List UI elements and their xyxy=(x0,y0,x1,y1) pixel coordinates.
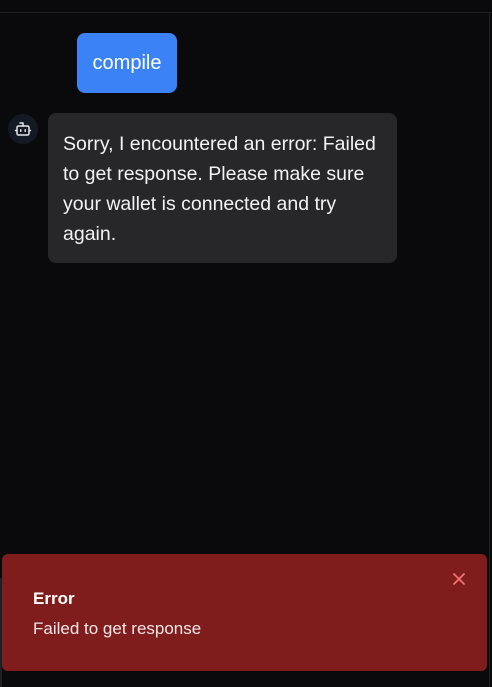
bot-message-bubble: Sorry, I encountered an error: Failed to… xyxy=(48,113,397,263)
toast-message: Failed to get response xyxy=(33,619,202,638)
toast-title: Error xyxy=(33,589,75,608)
user-message-bubble: compile xyxy=(77,33,177,93)
bot-message-text: Sorry, I encountered an error: Failed to… xyxy=(63,133,376,245)
top-divider xyxy=(0,12,492,13)
bot-avatar xyxy=(8,114,38,144)
user-message-text: compile xyxy=(92,51,162,74)
toast-close-button[interactable] xyxy=(449,569,469,589)
chat-page: compile Sorry, I encountered an error: F… xyxy=(0,0,492,687)
close-icon xyxy=(453,573,465,585)
error-toast: Error Failed to get response xyxy=(2,554,487,671)
right-divider xyxy=(489,12,490,687)
robot-icon xyxy=(14,122,32,136)
